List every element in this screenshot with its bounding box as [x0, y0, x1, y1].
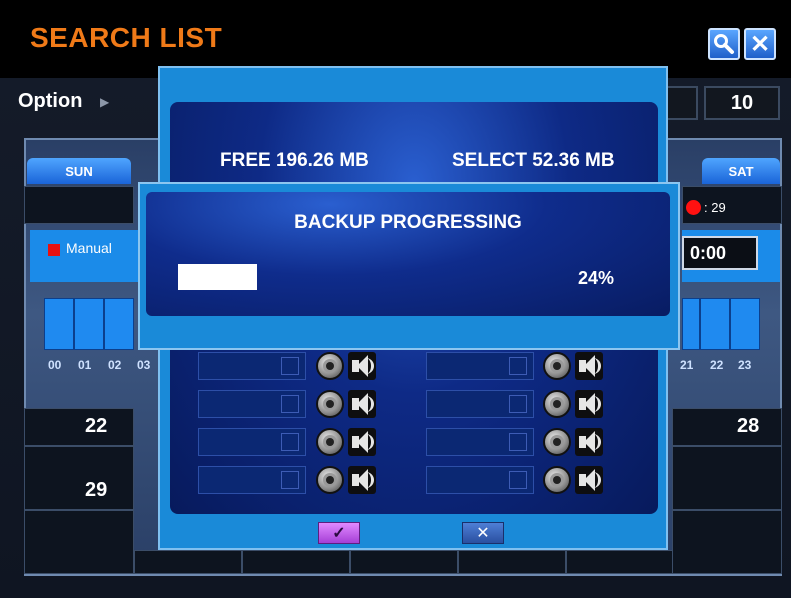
- time-field[interactable]: 0:00: [682, 236, 758, 270]
- channel-checkbox[interactable]: [509, 433, 527, 451]
- window-title: SEARCH LIST: [30, 22, 223, 53]
- weekday-sat: SAT: [702, 158, 780, 184]
- manual-record-icon: [48, 244, 60, 256]
- close-icon: ✕: [749, 30, 771, 58]
- calendar-cell[interactable]: [566, 550, 674, 574]
- free-space-label: FREE 196.26 MB: [220, 150, 369, 171]
- timeline-bar[interactable]: [730, 298, 760, 350]
- calendar-cell[interactable]: [672, 446, 782, 510]
- manual-panel: [30, 230, 142, 282]
- channel-checkbox[interactable]: [281, 471, 299, 489]
- calendar-cell[interactable]: 22: [24, 408, 134, 446]
- hour-label: 03: [137, 358, 151, 372]
- camera-icon[interactable]: [316, 428, 344, 456]
- date-label: 28: [737, 415, 760, 437]
- channel-checkbox[interactable]: [509, 471, 527, 489]
- calendar-cell[interactable]: [24, 510, 134, 574]
- hour-label: 21: [680, 358, 694, 372]
- calendar-cell[interactable]: [134, 550, 242, 574]
- calendar-cell[interactable]: 28: [672, 408, 782, 446]
- camera-icon[interactable]: [543, 428, 571, 456]
- timeline-bar[interactable]: [74, 298, 104, 350]
- date-label: 22: [85, 415, 108, 437]
- channel-checkbox[interactable]: [281, 433, 299, 451]
- timeline-bar[interactable]: [682, 298, 700, 350]
- progress-bar-fill: [178, 264, 258, 290]
- progress-percent: 24%: [578, 268, 615, 288]
- manual-label[interactable]: Manual: [66, 240, 112, 256]
- timeline-bar[interactable]: [104, 298, 134, 350]
- hour-label: 02: [108, 358, 122, 372]
- camera-icon[interactable]: [316, 466, 344, 494]
- progress-title: BACKUP PROGRESSING: [294, 212, 522, 233]
- option-arrow-icon[interactable]: ▶: [100, 95, 109, 109]
- calendar-cell[interactable]: [24, 186, 134, 224]
- channel-checkbox[interactable]: [281, 357, 299, 375]
- option-menu[interactable]: Option: [18, 90, 82, 113]
- camera-icon[interactable]: [543, 352, 571, 380]
- weekday-sun: SUN: [27, 158, 131, 184]
- calendar-cell[interactable]: 29: [24, 446, 134, 510]
- hour-label: 23: [738, 358, 752, 372]
- progress-dialog-body: [146, 192, 670, 316]
- event-count: : 29: [704, 200, 726, 215]
- confirm-button[interactable]: ✓: [318, 522, 360, 544]
- hour-label: 00: [48, 358, 62, 372]
- calendar-cell[interactable]: [672, 510, 782, 574]
- camera-icon[interactable]: [543, 466, 571, 494]
- date-label: 29: [85, 479, 108, 501]
- channel-checkbox[interactable]: [281, 395, 299, 413]
- timeline-bar[interactable]: [44, 298, 74, 350]
- close-button[interactable]: ✕: [744, 28, 776, 60]
- camera-icon[interactable]: [316, 352, 344, 380]
- calendar-cell[interactable]: [458, 550, 566, 574]
- channel-checkbox[interactable]: [509, 357, 527, 375]
- channel-checkbox[interactable]: [509, 395, 527, 413]
- camera-icon[interactable]: [316, 390, 344, 418]
- calendar-cell[interactable]: [242, 550, 350, 574]
- hour-label: 22: [710, 358, 724, 372]
- search-icon: [714, 34, 734, 54]
- selected-size-label: SELECT 52.36 MB: [452, 150, 615, 171]
- check-icon: ✓: [332, 525, 346, 542]
- timeline-bar[interactable]: [700, 298, 730, 350]
- search-button[interactable]: [708, 28, 740, 60]
- camera-icon[interactable]: [543, 390, 571, 418]
- cancel-button[interactable]: ✕: [462, 522, 504, 544]
- progress-bar: [178, 264, 508, 290]
- day-selector[interactable]: 10: [704, 86, 780, 120]
- hour-label: 01: [78, 358, 92, 372]
- calendar-cell[interactable]: [350, 550, 458, 574]
- cancel-icon: ✕: [476, 525, 490, 542]
- record-indicator-icon: [686, 200, 701, 215]
